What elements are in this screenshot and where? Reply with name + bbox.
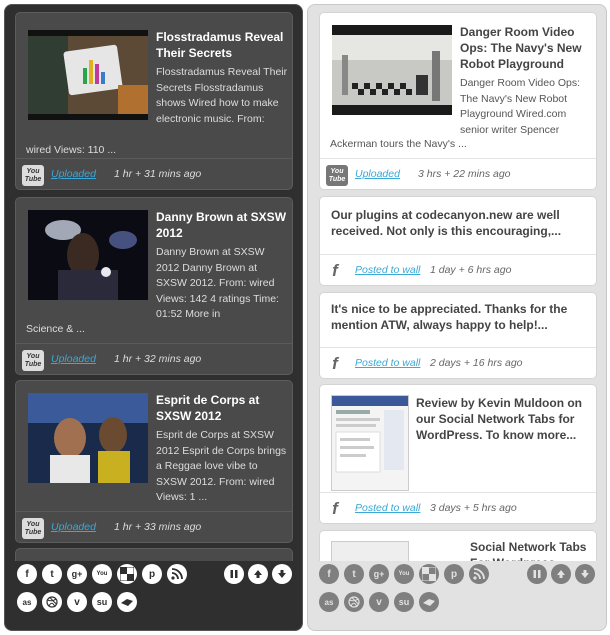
post-card: Danger Room Video Ops: The Navy's New Ro…	[319, 12, 597, 190]
pinterest-icon[interactable]: p	[142, 564, 162, 584]
facebook-icon[interactable]: f	[17, 564, 37, 584]
facebook-icon[interactable]: f	[319, 564, 339, 584]
delicious-icon[interactable]	[419, 564, 439, 584]
post-description-overflow: Science & ...	[26, 323, 85, 335]
digg-icon[interactable]	[419, 592, 439, 612]
uploaded-link[interactable]: Uploaded	[355, 168, 400, 180]
posted-to-wall-link[interactable]: Posted to wall	[355, 264, 420, 276]
facebook-icon: f	[332, 499, 338, 518]
post-text[interactable]: Our plugins at codecanyon.new are well r…	[331, 207, 589, 239]
post-timestamp: 2 days + 16 hrs ago	[430, 357, 523, 369]
youtube-icon[interactable]: You	[394, 564, 414, 584]
twitter-icon[interactable]: t	[344, 564, 364, 584]
google-plus-icon[interactable]: g+	[67, 564, 87, 584]
video-thumbnail[interactable]	[28, 30, 148, 120]
video-thumbnail[interactable]	[332, 25, 452, 115]
post-image[interactable]	[331, 395, 409, 491]
uploaded-link[interactable]: Uploaded	[51, 521, 96, 533]
twitter-icon[interactable]: t	[42, 564, 62, 584]
dark-theme-panel: Flosstradamus Reveal Their Secrets Floss…	[4, 4, 303, 631]
post-title[interactable]: Flosstradamus Reveal Their Secrets	[156, 29, 288, 61]
post-footer: You Tube Uploaded 1 hr + 32 mins ago	[16, 343, 292, 374]
post-description: Danger Room Video Ops: The Navy's New Ro…	[460, 77, 581, 136]
stumbleupon-icon[interactable]: su	[394, 592, 414, 612]
post-footer: You Tube Uploaded 1 hr + 33 mins ago	[16, 511, 292, 542]
digg-icon[interactable]	[117, 592, 137, 612]
pause-icon[interactable]	[224, 564, 244, 584]
wall-post-card: Social Network Tabs For Wordpress	[319, 530, 597, 561]
post-title[interactable]: Esprit de Corps at SXSW 2012	[156, 392, 288, 424]
post-footer: You Tube Uploaded 3 hrs + 22 mins ago	[320, 158, 596, 189]
wall-post-card: Review by Kevin Muldoon on our Social Ne…	[319, 384, 597, 524]
uploaded-link[interactable]: Uploaded	[51, 168, 96, 180]
light-feed[interactable]: Danger Room Video Ops: The Navy's New Ro…	[308, 5, 606, 561]
post-text[interactable]: Social Network Tabs For Wordpress	[470, 539, 600, 561]
post-footer: f Posted to wall 1 day + 6 hrs ago	[320, 254, 596, 285]
post-timestamp: 1 hr + 32 mins ago	[114, 353, 202, 365]
rss-icon[interactable]	[167, 564, 187, 584]
pause-icon[interactable]	[527, 564, 547, 584]
light-theme-panel: Danger Room Video Ops: The Navy's New Ro…	[307, 4, 607, 631]
dribbble-icon[interactable]	[344, 592, 364, 612]
post-card: Flosstradamus Reveal Their Secrets Floss…	[15, 12, 293, 190]
pinterest-icon[interactable]: p	[444, 564, 464, 584]
video-thumbnail[interactable]	[28, 210, 148, 300]
video-thumbnail[interactable]	[28, 393, 148, 483]
post-footer: You Tube Uploaded 1 hr + 31 mins ago	[16, 158, 292, 189]
post-description-overflow: Ackerman tours the Navy's ...	[330, 138, 467, 150]
post-timestamp: 1 hr + 31 mins ago	[114, 168, 202, 180]
vimeo-icon[interactable]: v	[369, 592, 389, 612]
post-title[interactable]: Danny Brown at SXSW 2012	[156, 209, 288, 241]
social-icon-bar: f t g+ You p as v su	[5, 560, 302, 630]
post-timestamp: 1 hr + 33 mins ago	[114, 521, 202, 533]
youtube-icon: You Tube	[22, 518, 44, 539]
dribbble-icon[interactable]	[42, 592, 62, 612]
social-icon-bar: f t g+ You p as v su	[308, 560, 606, 630]
stumbleupon-icon[interactable]: su	[92, 592, 112, 612]
uploaded-link[interactable]: Uploaded	[51, 353, 96, 365]
youtube-icon: You Tube	[326, 165, 348, 186]
wall-post-card: It's nice to be appreciated. Thanks for …	[319, 292, 597, 379]
vimeo-icon[interactable]: v	[67, 592, 87, 612]
post-text[interactable]: It's nice to be appreciated. Thanks for …	[331, 301, 589, 333]
wall-post-card: Our plugins at codecanyon.new are well r…	[319, 196, 597, 286]
youtube-icon: You Tube	[22, 165, 44, 186]
post-text[interactable]: Review by Kevin Muldoon on our Social Ne…	[416, 395, 592, 443]
post-title[interactable]: Danger Room Video Ops: The Navy's New Ro…	[460, 24, 592, 72]
post-description-overflow: wired Views: 110 ...	[26, 144, 117, 156]
post-footer: f Posted to wall 3 days + 5 hrs ago	[320, 492, 596, 523]
post-description: Danny Brown at SXSW 2012 Danny Brown at …	[156, 246, 279, 320]
google-plus-icon[interactable]: g+	[369, 564, 389, 584]
facebook-icon: f	[332, 354, 338, 373]
post-description: Esprit de Corps at SXSW 2012 Esprit de C…	[156, 429, 287, 503]
posted-to-wall-link[interactable]: Posted to wall	[355, 357, 420, 369]
rss-icon[interactable]	[469, 564, 489, 584]
post-timestamp: 3 hrs + 22 mins ago	[418, 168, 511, 180]
post-card: Esprit de Corps at SXSW 2012 Esprit de C…	[15, 380, 293, 543]
delicious-icon[interactable]	[117, 564, 137, 584]
posted-to-wall-link[interactable]: Posted to wall	[355, 502, 420, 514]
post-card: Danny Brown at SXSW 2012 Danny Brown at …	[15, 197, 293, 375]
lastfm-icon[interactable]: as	[17, 592, 37, 612]
scroll-up-icon[interactable]	[248, 564, 268, 584]
facebook-icon: f	[332, 261, 338, 280]
post-footer: f Posted to wall 2 days + 16 hrs ago	[320, 347, 596, 378]
youtube-icon[interactable]: You	[92, 564, 112, 584]
scroll-down-icon[interactable]	[575, 564, 595, 584]
scroll-down-icon[interactable]	[272, 564, 292, 584]
post-timestamp: 1 day + 6 hrs ago	[430, 264, 512, 276]
scroll-up-icon[interactable]	[551, 564, 571, 584]
post-description: Flosstradamus Reveal Their Secrets Floss…	[156, 66, 288, 125]
lastfm-icon[interactable]: as	[319, 592, 339, 612]
youtube-icon: You Tube	[22, 350, 44, 371]
dark-feed[interactable]: Flosstradamus Reveal Their Secrets Floss…	[5, 5, 302, 561]
post-image[interactable]	[331, 541, 409, 561]
post-timestamp: 3 days + 5 hrs ago	[430, 502, 517, 514]
